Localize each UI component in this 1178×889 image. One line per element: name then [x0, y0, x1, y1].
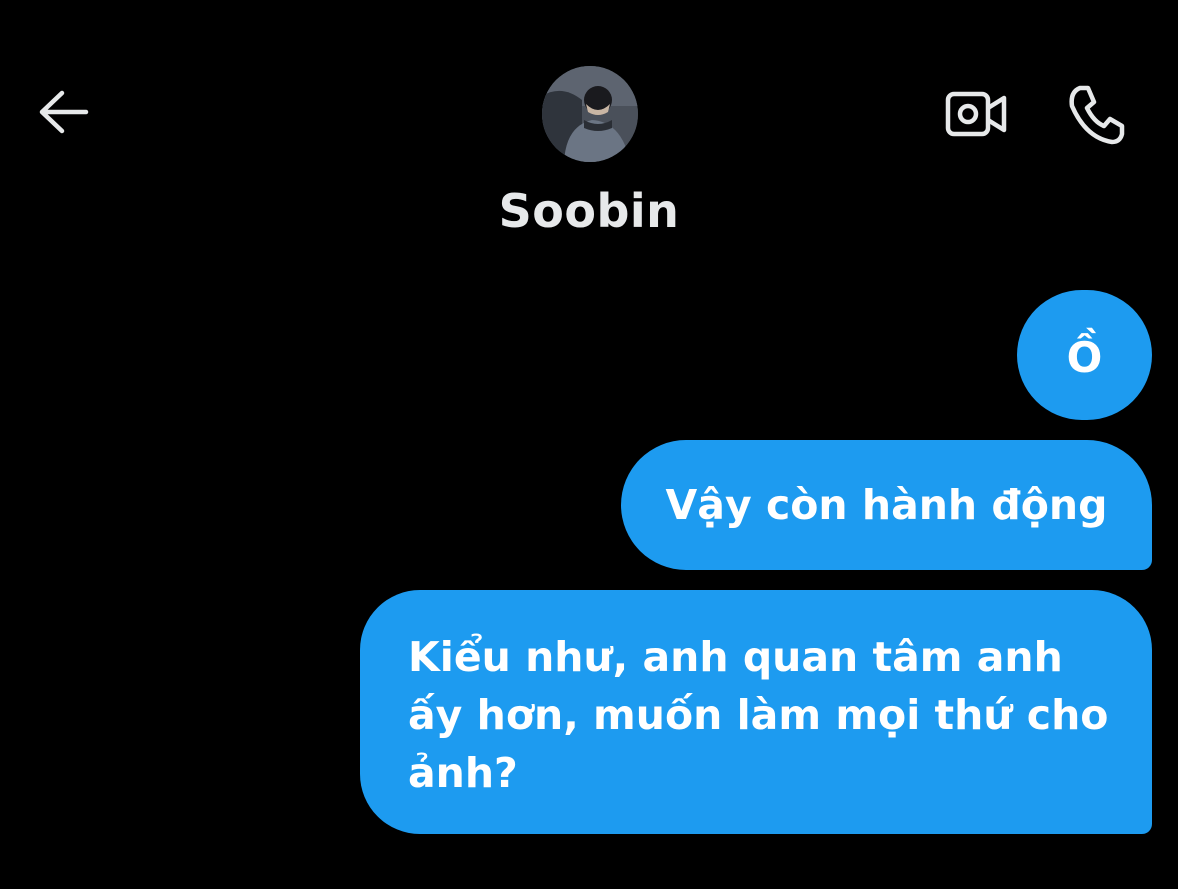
arrow-left-icon: [34, 87, 90, 141]
message-text: Vậy còn hành động: [665, 481, 1108, 529]
avatar[interactable]: [542, 66, 638, 162]
voice-call-button[interactable]: [1058, 78, 1134, 154]
phone-icon: [1064, 82, 1128, 150]
back-button[interactable]: [30, 84, 94, 144]
message-text-line: ấy hơn, muốn làm mọi thứ cho: [408, 691, 1109, 739]
video-camera-icon: [944, 88, 1008, 144]
message-text-line: ảnh?: [408, 749, 518, 797]
message-text: Ồ: [1066, 332, 1103, 382]
message-bubble[interactable]: Ồ: [1017, 290, 1152, 420]
chat-header: Soobin: [0, 0, 1178, 260]
message-bubble[interactable]: Kiểu như, anh quan tâm anh ấy hơn, muốn …: [360, 590, 1152, 834]
message-bubble[interactable]: Vậy còn hành động: [621, 440, 1152, 570]
contact-name[interactable]: Soobin: [389, 184, 789, 238]
message-text-line: Kiểu như, anh quan tâm anh: [408, 633, 1063, 681]
video-call-button[interactable]: [938, 84, 1014, 148]
